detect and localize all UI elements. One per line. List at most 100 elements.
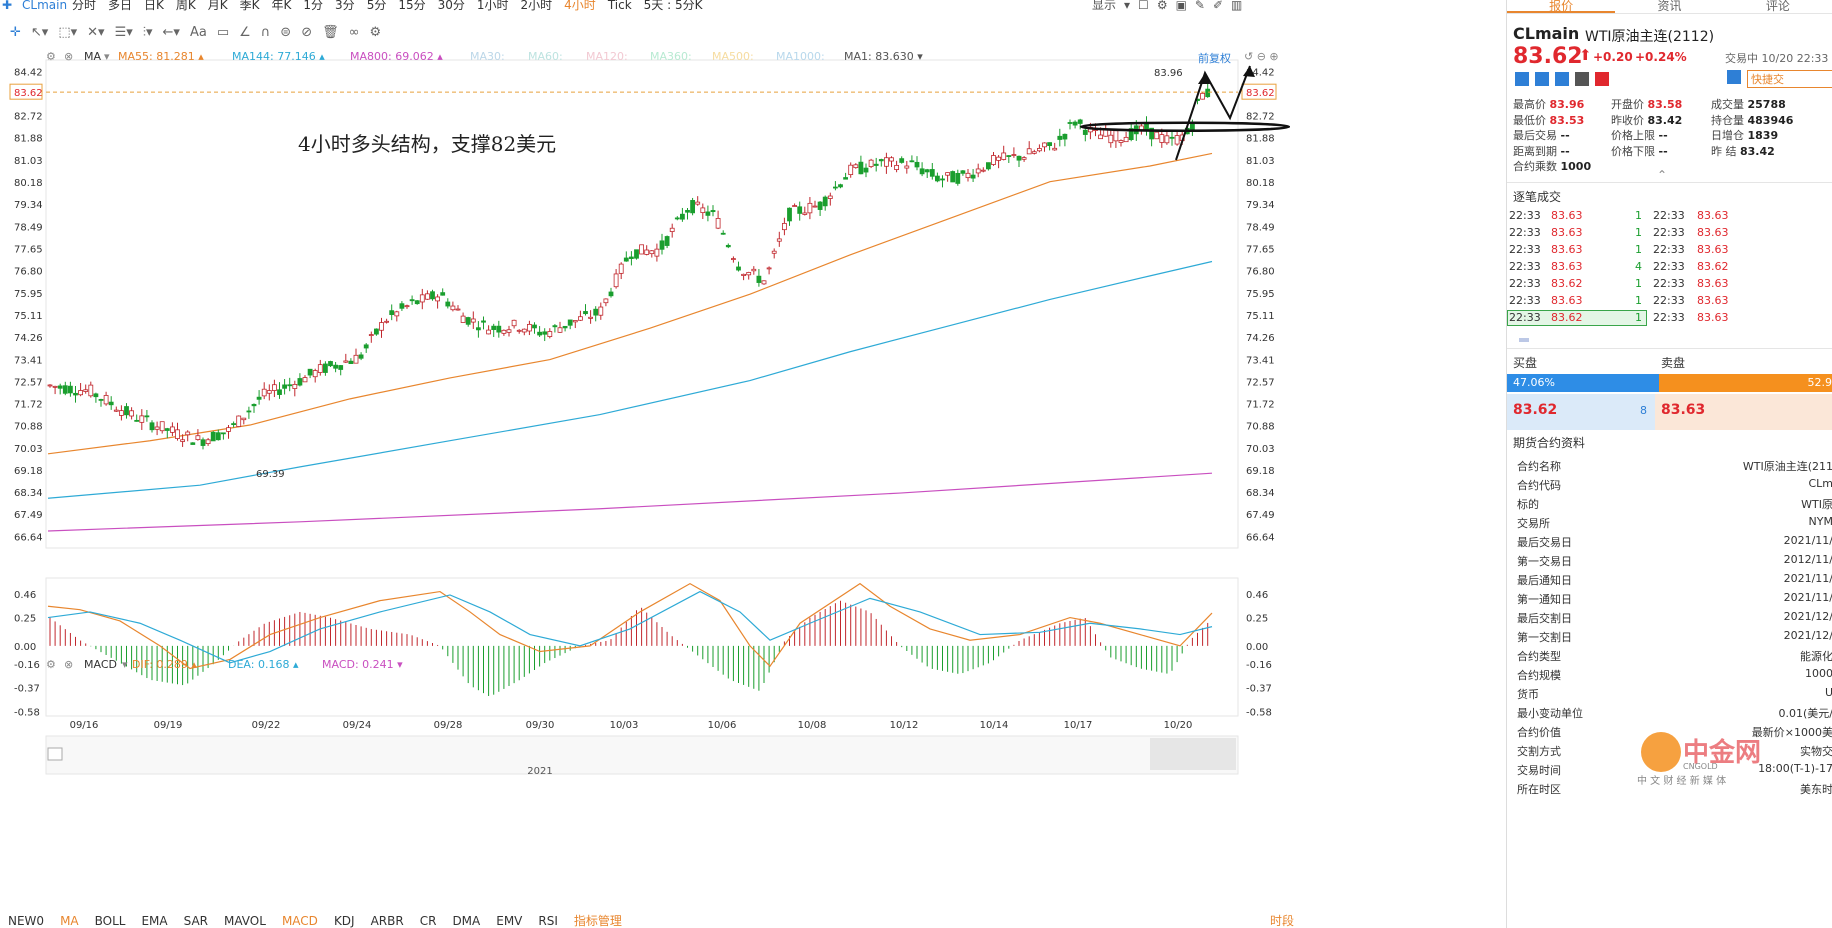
- bell-icon[interactable]: [1727, 70, 1741, 84]
- candle-down: [68, 385, 73, 394]
- candle-up: [404, 305, 410, 308]
- bid-box: 83.62 8: [1507, 394, 1655, 430]
- macd-chevron-icon[interactable]: ▾: [122, 658, 128, 671]
- indicator-tab[interactable]: 指标管理: [566, 914, 630, 928]
- indicator-tab[interactable]: EMV: [488, 914, 530, 928]
- indicator-tab[interactable]: DMA: [444, 914, 488, 928]
- dif-line: [47, 582, 1213, 670]
- price-change: +0.20: [1593, 50, 1633, 64]
- price-tick-right: 72.57: [1246, 377, 1275, 388]
- candle-down: [685, 209, 690, 213]
- quote-tab[interactable]: 资讯: [1615, 0, 1723, 13]
- candle-up: [853, 164, 859, 169]
- scroll-handle[interactable]: [1519, 338, 1529, 342]
- price-tick-right: 70.03: [1246, 444, 1275, 455]
- macd-close-icon[interactable]: ⊗: [64, 658, 73, 671]
- indicator-tab[interactable]: NEW0: [0, 914, 52, 928]
- indicator-tab[interactable]: SAR: [176, 914, 216, 928]
- candle-down: [98, 399, 104, 401]
- quote-tab[interactable]: 评论: [1724, 0, 1832, 13]
- candle-down: [210, 431, 216, 442]
- candle-up: [700, 207, 706, 214]
- ma-legend-item[interactable]: MA800: 69.062 ▴: [350, 50, 443, 63]
- tick-cell: 22:33: [1653, 226, 1685, 239]
- indicator-tab[interactable]: CR: [412, 914, 445, 928]
- chevron-down-icon[interactable]: ▾: [104, 50, 110, 63]
- candle-up: [654, 248, 660, 257]
- ma-legend-item[interactable]: MA120:: [586, 50, 628, 63]
- tick-cell: 1: [1635, 277, 1642, 290]
- macd-legend-item[interactable]: DEA: 0.168 ▴: [228, 658, 298, 671]
- flash-icon[interactable]: [1535, 72, 1549, 86]
- candle-up: [180, 439, 186, 442]
- contract-value: 0.01(美元/: [1778, 707, 1832, 720]
- tick-cell: 83.62: [1551, 311, 1583, 324]
- ma-legend-item[interactable]: MA1: 83.630 ▾: [844, 50, 923, 63]
- quote-tab[interactable]: 报价: [1507, 0, 1616, 13]
- candle-down: [787, 207, 792, 222]
- indicator-tab[interactable]: MA: [52, 914, 87, 928]
- candle-up: [292, 383, 298, 389]
- candle-down: [373, 328, 379, 335]
- macd-legend-item[interactable]: DIF: 0.289 ▴: [132, 658, 197, 671]
- indicator-tab[interactable]: KDJ: [326, 914, 363, 928]
- session-tab[interactable]: 时段: [1262, 914, 1302, 928]
- tick-cell: 22:33: [1509, 311, 1541, 324]
- indicator-tab[interactable]: RSI: [530, 914, 566, 928]
- ma-legend-item[interactable]: MA360:: [650, 50, 692, 63]
- candle-up: [368, 334, 374, 336]
- buy-ratio-bar: 47.06%: [1507, 374, 1660, 392]
- indicator-tab[interactable]: MAVOL: [216, 914, 274, 928]
- ma-label[interactable]: MA: [84, 50, 101, 63]
- settings-gear-icon[interactable]: ⚙: [46, 50, 56, 63]
- candle-down: [858, 161, 864, 175]
- macd-tick-right: -0.58: [1246, 707, 1272, 718]
- date-tick: 10/06: [708, 720, 737, 731]
- stat-label: 持仓量: [1711, 113, 1748, 127]
- price-chart[interactable]: 84.4284.4283.6283.6282.7282.7281.8881.88…: [0, 0, 1290, 914]
- contract-key: 最小变动单位: [1517, 707, 1583, 720]
- ma-legend-item[interactable]: MA500:: [712, 50, 754, 63]
- indicator-tab[interactable]: MACD: [274, 914, 326, 928]
- quick-trade-button[interactable]: 快捷交: [1747, 70, 1832, 88]
- tick-cell: 22:33: [1509, 226, 1541, 239]
- contract-key: 所在时区: [1517, 783, 1561, 796]
- candle-down: [756, 275, 762, 283]
- candle-up: [613, 273, 619, 288]
- ma-legend-item[interactable]: MA30:: [470, 50, 505, 63]
- list-icon[interactable]: [1515, 72, 1529, 86]
- restore-button[interactable]: 前复权: [1198, 50, 1231, 66]
- candle-down: [659, 240, 665, 250]
- candle-up: [379, 322, 384, 331]
- watermark-sub: 中 文 财 经 新 媒 体: [1637, 776, 1727, 787]
- doc-icon[interactable]: [1575, 72, 1589, 86]
- candle-up: [644, 249, 650, 255]
- price-tick-left: 75.11: [14, 311, 43, 322]
- collapse-icon[interactable]: ⌃: [1657, 168, 1667, 182]
- price-tick-right: 77.65: [1246, 244, 1275, 255]
- date-tick: 09/30: [526, 720, 555, 731]
- macd-label[interactable]: MACD: [84, 658, 117, 671]
- indicator-tab[interactable]: ARBR: [363, 914, 412, 928]
- ma55-polyline: [47, 152, 1213, 455]
- group-icon[interactable]: [1555, 72, 1569, 86]
- candle-down: [674, 217, 680, 220]
- ma-legend-item[interactable]: MA144: 77.146 ▴: [232, 50, 325, 63]
- reset-icon[interactable]: ↺ ⊖ ⊕: [1244, 50, 1279, 63]
- indicator-tab[interactable]: BOLL: [87, 914, 134, 928]
- candle-up: [353, 354, 359, 364]
- close-icon[interactable]: ⊗: [64, 50, 73, 63]
- ma-legend-item[interactable]: MA60:: [528, 50, 563, 63]
- ma-legend-item[interactable]: MA55: 81.281 ▴: [118, 50, 204, 63]
- candle-down: [1047, 142, 1052, 147]
- indicator-tab[interactable]: EMA: [133, 914, 175, 928]
- ma-legend-item[interactable]: MA1000:: [776, 50, 825, 63]
- candle-up: [317, 364, 323, 373]
- heart-icon[interactable]: [1595, 72, 1609, 86]
- candle-up: [113, 409, 119, 412]
- stat-label: 最高价: [1513, 98, 1550, 111]
- macd-settings-icon[interactable]: ⚙: [46, 658, 56, 671]
- candle-up: [527, 323, 532, 332]
- macd-legend-item[interactable]: MACD: 0.241 ▾: [322, 658, 403, 671]
- candle-up: [578, 316, 583, 321]
